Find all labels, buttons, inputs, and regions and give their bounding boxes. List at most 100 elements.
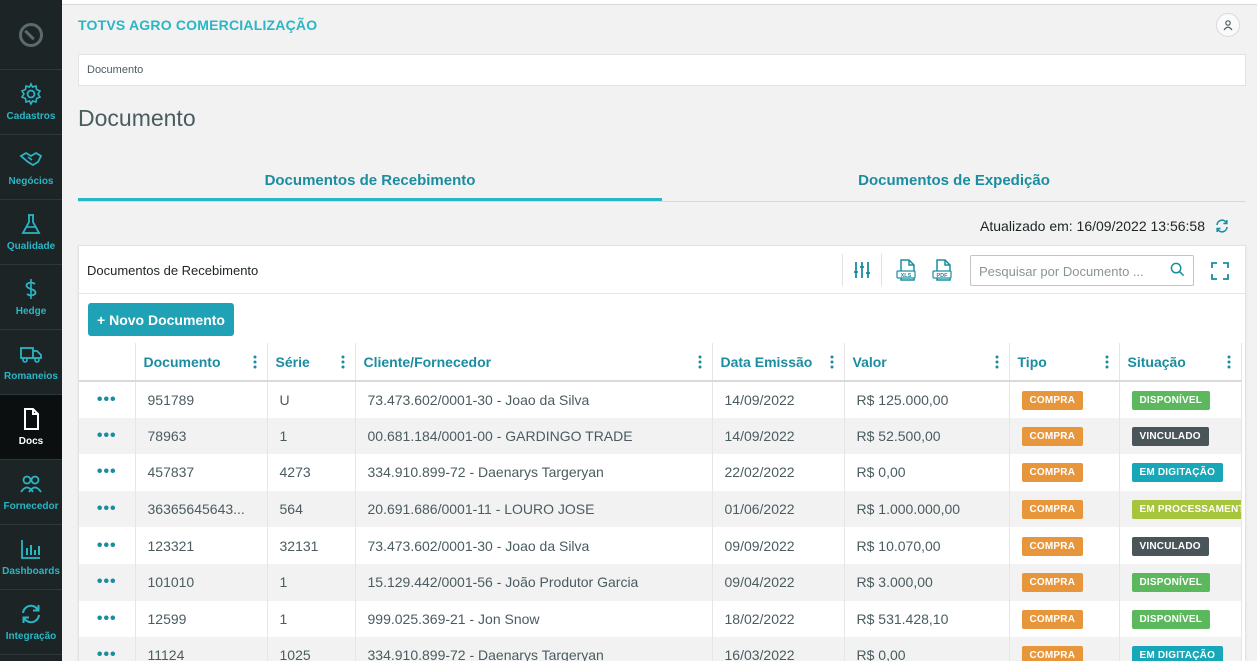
fullscreen-icon[interactable] (1211, 262, 1229, 280)
cell-cliente: 999.025.369-21 - Jon Snow (355, 600, 713, 638)
gear-icon (20, 82, 42, 106)
sidebar-item-negocios[interactable]: Negócios (0, 135, 62, 200)
sidebar-item-hedge[interactable]: Hedge (0, 265, 62, 330)
cell-situacao: DISPONÍVEL (1119, 563, 1242, 601)
card-title: Documentos de Recebimento (87, 263, 259, 278)
cell-documento: 36365645643... (135, 490, 268, 528)
sidebar-item-qualidade[interactable]: Qualidade (0, 200, 62, 265)
cell-documento: 457837 (135, 454, 268, 491)
column-header[interactable]: Data Emissão (712, 343, 845, 382)
sidebar-item-label: Cadastros (6, 111, 56, 122)
row-actions-button[interactable]: ••• (79, 563, 136, 601)
cell-valor: R$ 0,00 (844, 637, 1010, 661)
status-badge: VINCULADO (1131, 426, 1209, 446)
table-row[interactable]: ••• 951789 U 73.473.602/0001-30 - Joao da S… (79, 381, 1242, 418)
column-header[interactable]: Cliente/Fornecedor (355, 343, 713, 382)
column-menu-icon[interactable] (995, 355, 999, 369)
tipo-badge: COMPRA (1021, 573, 1084, 593)
table-row[interactable]: ••• 101010 1 15.129.442/0001-56 - João Prod… (79, 563, 1242, 601)
xls-export-icon[interactable]: XLS (895, 258, 919, 282)
new-document-button[interactable]: + Novo Documento (88, 303, 234, 336)
cell-tipo: COMPRA (1009, 490, 1120, 528)
column-header[interactable]: Valor (844, 343, 1010, 382)
tipo-badge: COMPRA (1021, 500, 1084, 520)
column-menu-icon[interactable] (698, 355, 702, 369)
column-header-label: Data Emissão (720, 353, 813, 370)
app-logo[interactable] (0, 0, 62, 70)
tab-recebimento[interactable]: Documentos de Recebimento (78, 163, 662, 201)
cell-cliente: 334.910.899-72 - Daenarys Targeryan (355, 454, 713, 491)
sidebar: Cadastros Negócios Qualidade Hedge Romaneios… (0, 0, 62, 661)
column-header[interactable]: Série (267, 343, 356, 382)
search-icon[interactable] (1170, 262, 1185, 277)
user-avatar-button[interactable] (1216, 13, 1240, 37)
table-row[interactable]: ••• 12599 1 999.025.369-21 - Jon Snow 18/02/… (79, 600, 1242, 638)
cell-cliente: 15.129.442/0001-56 - João Produtor Garci… (355, 563, 713, 601)
sidebar-item-fornecedor[interactable]: Fornecedor (0, 460, 62, 525)
dollar-icon (25, 279, 37, 299)
cell-tipo: COMPRA (1009, 637, 1120, 661)
cell-serie: 4273 (267, 454, 356, 491)
card-header: Documentos de Recebimento XLS PDF Pesqui… (79, 246, 1245, 294)
tab-bar: Documentos de Recebimento Documentos de … (78, 163, 1246, 202)
cell-tipo: COMPRA (1009, 417, 1120, 455)
table-row[interactable]: ••• 457837 4273 334.910.899-72 - Daenarys T… (79, 454, 1242, 491)
users-icon (20, 475, 42, 493)
sidebar-item-romaneios[interactable]: Romaneios (0, 330, 62, 395)
cell-serie: 1025 (267, 637, 356, 661)
row-actions-button[interactable]: ••• (79, 490, 136, 528)
column-header[interactable]: Documento (135, 343, 268, 382)
documents-table: Documento Série Cliente/Fornecedor Data Emi… (79, 343, 1245, 661)
tab-expedicao[interactable]: Documentos de Expedição (662, 163, 1246, 201)
cell-valor: R$ 10.070,00 (844, 527, 1010, 564)
logo-icon (19, 22, 43, 47)
table-row[interactable]: ••• 36365645643... 564 20.691.686/0001-11 -… (79, 490, 1242, 528)
column-menu-icon[interactable] (1105, 355, 1109, 369)
column-header-label: Situação (1127, 353, 1186, 370)
sync-icon (22, 604, 40, 624)
cell-data-emissao: 16/03/2022 (712, 637, 845, 661)
column-menu-icon[interactable] (830, 355, 834, 369)
column-header-label: Série (275, 353, 310, 370)
breadcrumb[interactable]: Documento (78, 54, 1246, 86)
cell-data-emissao: 14/09/2022 (712, 381, 845, 418)
row-actions-button[interactable]: ••• (79, 381, 136, 418)
cell-cliente: 73.473.602/0001-30 - Joao da Silva (355, 381, 713, 418)
status-badge: EM DIGITAÇÃO (1131, 463, 1224, 483)
document-icon (24, 408, 39, 430)
sidebar-item-integracao[interactable]: Integração (0, 590, 62, 655)
column-header[interactable]: Situação (1119, 343, 1242, 382)
cell-situacao: EM DIGITAÇÃO (1119, 637, 1242, 661)
cell-documento: 101010 (135, 563, 268, 601)
row-actions-button[interactable]: ••• (79, 637, 136, 661)
cell-serie: 32131 (267, 527, 356, 564)
row-actions-button[interactable]: ••• (79, 527, 136, 564)
column-menu-icon[interactable] (1227, 355, 1231, 369)
sidebar-item-dashboards[interactable]: Dashboards (0, 525, 62, 590)
table-row[interactable]: ••• 78963 1 00.681.184/0001-00 - GARDINGO T… (79, 417, 1242, 455)
column-menu-icon[interactable] (253, 355, 257, 369)
table-row[interactable]: ••• 123321 32131 73.473.602/0001-30 - Joao … (79, 527, 1242, 564)
header-divider (842, 254, 843, 286)
tipo-badge: COMPRA (1021, 536, 1084, 556)
cell-data-emissao: 22/02/2022 (712, 454, 845, 491)
row-actions-button[interactable]: ••• (79, 600, 136, 638)
table-row[interactable]: ••• 11124 1025 334.910.899-72 - Daenarys Ta… (79, 637, 1242, 661)
pdf-export-icon[interactable]: PDF (931, 258, 955, 282)
row-actions-button[interactable]: ••• (79, 417, 136, 455)
app-brand: TOTVS AGRO COMERCIALIZAÇÃO (78, 17, 318, 33)
refresh-icon[interactable] (1214, 218, 1230, 234)
handshake-icon (19, 151, 43, 167)
search-input[interactable]: Pesquisar por Documento ... (970, 255, 1194, 286)
cell-serie: U (267, 381, 356, 418)
sidebar-item-docs[interactable]: Docs (0, 395, 62, 460)
column-settings-icon[interactable] (850, 258, 874, 282)
row-actions-button[interactable]: ••• (79, 454, 136, 491)
sidebar-item-label: Integração (5, 631, 57, 642)
column-header[interactable]: Tipo (1009, 343, 1120, 382)
column-menu-icon[interactable] (341, 355, 345, 369)
cell-valor: R$ 531.428,10 (844, 600, 1010, 638)
cell-valor: R$ 3.000,00 (844, 563, 1010, 601)
sidebar-item-cadastros[interactable]: Cadastros (0, 70, 62, 135)
column-header-label: Tipo (1017, 353, 1047, 370)
